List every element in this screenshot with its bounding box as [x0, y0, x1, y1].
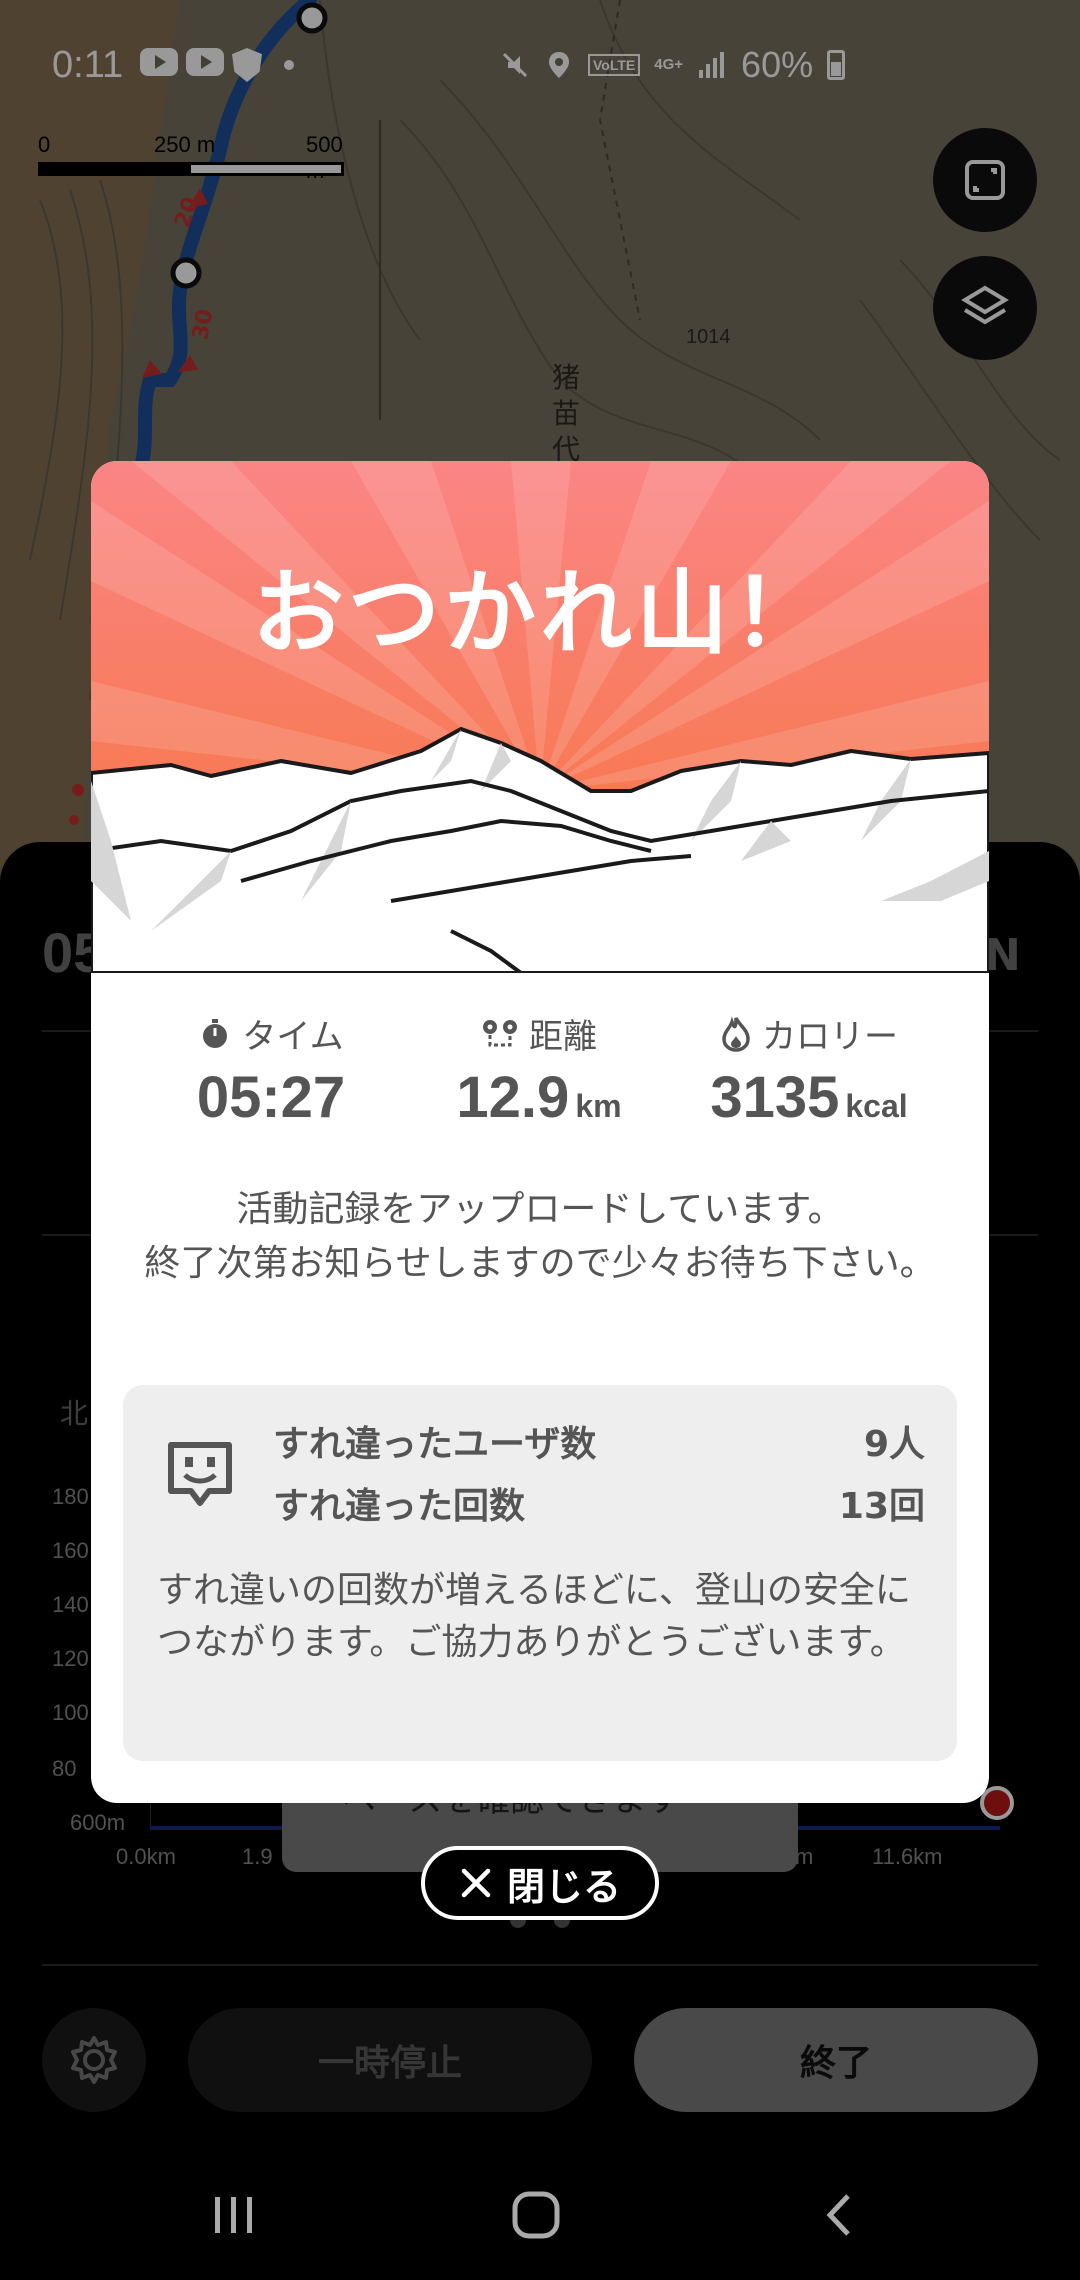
stat-time-value: 05:27 [196, 1065, 346, 1130]
pass-by-panel: すれ違ったユーザ数 9人 すれ違った回数 13回 すれ違いの回数が増えるほどに、… [123, 1385, 957, 1761]
home-button[interactable] [496, 2180, 576, 2250]
pass-by-face-icon [168, 1442, 232, 1506]
upload-status-message: 活動記録をアップロードしています。 終了次第お知らせしますので少々お待ち下さい。 [144, 1189, 936, 1284]
stat-calories: カロリー 3135 kcal [679, 1009, 939, 1131]
pass-count-row: すれ違った回数 13回 [273, 1477, 925, 1529]
stat-time-label: タイム [242, 1017, 344, 1057]
recent-apps-icon [215, 2197, 252, 2233]
completion-dialog: おつかれ山！ タイム 05:27 距離 12.9 km カロリー 3135 kcal… [91, 461, 989, 1803]
stopwatch-icon [203, 1018, 228, 1048]
flame-icon [722, 1015, 750, 1052]
pass-by-note: すれ違いの回数が増えるほどに、登山の安全につながります。ご協力ありがとうございま… [157, 1570, 911, 1663]
stat-calories-value: 3135 kcal [710, 1065, 908, 1130]
close-button[interactable]: 閉じる [421, 1846, 659, 1920]
stat-distance-label: 距離 [529, 1017, 597, 1057]
stat-distance-value: 12.9 km [456, 1065, 622, 1130]
recent-apps-button[interactable] [194, 2180, 274, 2250]
stat-time: タイム 05:27 [141, 1009, 401, 1131]
back-icon [826, 2194, 850, 2236]
close-icon [461, 1868, 491, 1898]
route-icon [483, 1019, 517, 1046]
stat-distance-unit: km [575, 1088, 622, 1124]
home-icon [512, 2191, 560, 2239]
close-button-label: 閉じる [506, 1864, 621, 1909]
mountain-banner: おつかれ山！ [91, 461, 989, 975]
pass-count-label: すれ違った回数 [273, 1486, 526, 1527]
pass-users-label: すれ違ったユーザ数 [273, 1424, 597, 1465]
pass-users-row: すれ違ったユーザ数 9人 [273, 1415, 925, 1467]
activity-stats: タイム 05:27 距離 12.9 km カロリー 3135 kcal [91, 1009, 989, 1131]
pass-users-value: 9人 [863, 1424, 925, 1465]
back-button[interactable] [798, 2180, 878, 2250]
stat-distance: 距離 12.9 km [409, 1009, 669, 1131]
dialog-title: おつかれ山！ [251, 560, 828, 667]
stat-calories-unit: kcal [845, 1088, 908, 1124]
stat-calories-label: カロリー [762, 1017, 898, 1057]
pass-count-value: 13回 [838, 1486, 925, 1527]
